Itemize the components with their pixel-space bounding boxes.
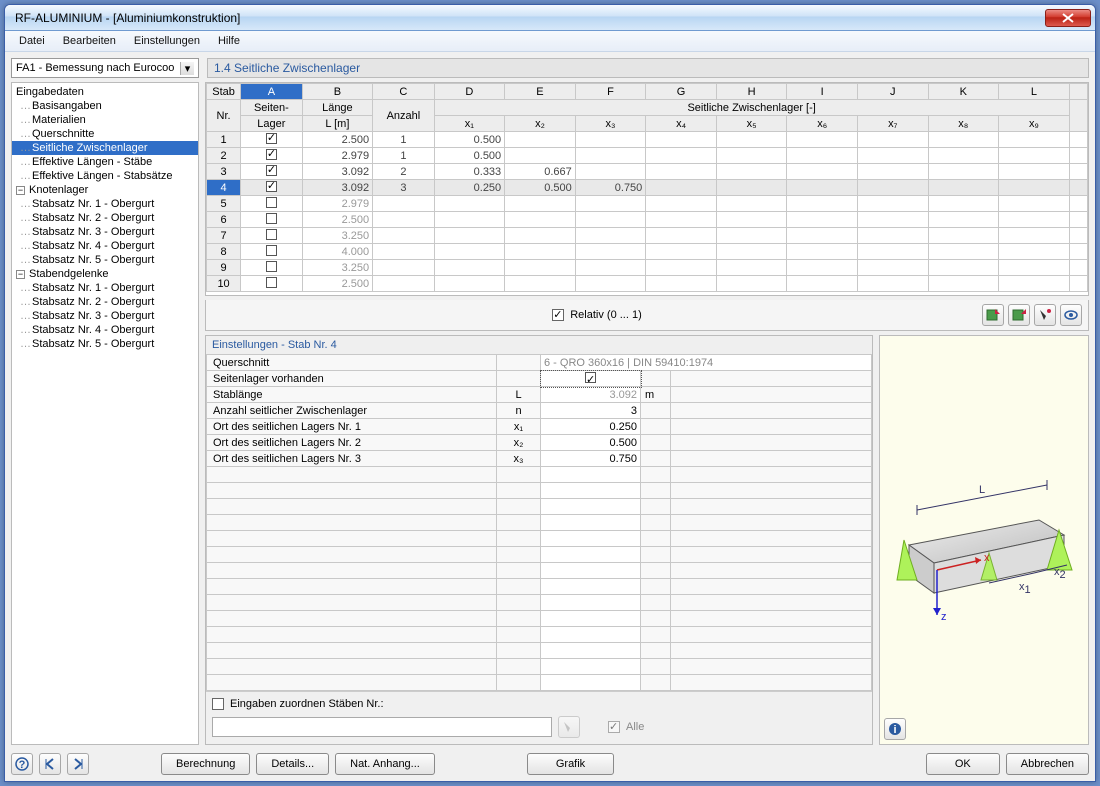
pick-icon[interactable] bbox=[1034, 304, 1056, 326]
svg-text:L: L bbox=[979, 484, 985, 496]
beam-diagram-icon: L x z x1 bbox=[889, 425, 1079, 625]
view-icon[interactable] bbox=[1060, 304, 1082, 326]
main-table[interactable]: StabABCDEFGHIJKLNr.Seiten-LängeAnzahlSei… bbox=[205, 82, 1089, 296]
assign-input[interactable] bbox=[212, 717, 552, 737]
tree-group-stabend[interactable]: −Stabendgelenke bbox=[12, 267, 198, 281]
titlebar: RF-ALUMINIUM - [Aluminiumkonstruktion] bbox=[5, 5, 1095, 31]
assign-checkbox[interactable] bbox=[212, 698, 224, 710]
topbar: FA1 - Bemessung nach Eurocoo ▾ 1.4 Seitl… bbox=[11, 58, 1089, 78]
relativ-label: Relativ (0 ... 1) bbox=[570, 309, 642, 321]
menu-einstellungen[interactable]: Einstellungen bbox=[126, 33, 208, 49]
right-column: StabABCDEFGHIJKLNr.Seiten-LängeAnzahlSei… bbox=[205, 82, 1089, 745]
main-columns: Eingabedaten Basisangaben Materialien Qu… bbox=[11, 82, 1089, 745]
tree-item[interactable]: Stabsatz Nr. 5 - Obergurt bbox=[12, 253, 198, 267]
toolbar-row: Relativ (0 ... 1) bbox=[205, 300, 1089, 331]
tree-item[interactable]: Stabsatz Nr. 1 - Obergurt bbox=[12, 197, 198, 211]
close-button[interactable] bbox=[1045, 9, 1091, 27]
menu-bearbeiten[interactable]: Bearbeiten bbox=[55, 33, 124, 49]
menu-hilfe[interactable]: Hilfe bbox=[210, 33, 248, 49]
details-button[interactable]: Details... bbox=[256, 753, 329, 775]
info-icon[interactable]: i bbox=[884, 718, 906, 740]
window-title: RF-ALUMINIUM - [Aluminiumkonstruktion] bbox=[15, 11, 1043, 25]
chevron-down-icon: ▾ bbox=[180, 62, 194, 75]
tree-item[interactable]: Stabsatz Nr. 1 - Obergurt bbox=[12, 281, 198, 295]
app-window: RF-ALUMINIUM - [Aluminiumkonstruktion] D… bbox=[4, 4, 1096, 782]
tree-item[interactable]: Stabsatz Nr. 4 - Obergurt bbox=[12, 239, 198, 253]
tree-item[interactable]: Stabsatz Nr. 2 - Obergurt bbox=[12, 211, 198, 225]
svg-text:x1: x1 bbox=[1019, 581, 1031, 596]
assign-label: Eingaben zuordnen Stäben Nr.: bbox=[230, 698, 384, 710]
tree-root[interactable]: Eingabedaten bbox=[12, 85, 198, 99]
pick-members-icon[interactable] bbox=[558, 716, 580, 738]
excel-export-icon[interactable] bbox=[982, 304, 1004, 326]
details-panel: Einstellungen - Stab Nr. 4 Querschnitt6 … bbox=[205, 335, 873, 745]
svg-text:?: ? bbox=[19, 759, 26, 771]
prev-icon[interactable] bbox=[39, 753, 61, 775]
data-grid: StabABCDEFGHIJKLNr.Seiten-LängeAnzahlSei… bbox=[206, 83, 1088, 292]
tree-item[interactable]: Stabsatz Nr. 5 - Obergurt bbox=[12, 337, 198, 351]
svg-text:x: x bbox=[984, 552, 990, 564]
excel-import-icon[interactable] bbox=[1008, 304, 1030, 326]
preview-panel: L x z x1 bbox=[879, 335, 1089, 745]
mid-row: Einstellungen - Stab Nr. 4 Querschnitt6 … bbox=[205, 335, 1089, 745]
panel-title: 1.4 Seitliche Zwischenlager bbox=[207, 58, 1089, 78]
grafik-button[interactable]: Grafik bbox=[527, 753, 614, 775]
svg-text:x2: x2 bbox=[1054, 566, 1066, 581]
svg-text:z: z bbox=[941, 611, 947, 623]
loadcase-combo[interactable]: FA1 - Bemessung nach Eurocoo ▾ bbox=[11, 58, 199, 78]
svg-text:i: i bbox=[893, 724, 896, 736]
alle-checkbox[interactable] bbox=[608, 721, 620, 733]
client-area: FA1 - Bemessung nach Eurocoo ▾ 1.4 Seitl… bbox=[5, 52, 1095, 781]
tree-item[interactable]: Effektive Längen - Stabsätze bbox=[12, 169, 198, 183]
footer: ? Berechnung Details... Nat. Anhang... G… bbox=[11, 749, 1089, 775]
tree-item[interactable]: Stabsatz Nr. 3 - Obergurt bbox=[12, 225, 198, 239]
tree-item[interactable]: Stabsatz Nr. 3 - Obergurt bbox=[12, 309, 198, 323]
tree-item[interactable]: Stabsatz Nr. 2 - Obergurt bbox=[12, 295, 198, 309]
alle-label: Alle bbox=[626, 721, 644, 733]
preview-canvas: L x z x1 bbox=[880, 336, 1088, 714]
tree-item[interactable]: Materialien bbox=[12, 113, 198, 127]
tree-item[interactable]: Basisangaben bbox=[12, 99, 198, 113]
details-grid[interactable]: Querschnitt6 - QRO 360x16 | DIN 59410:19… bbox=[206, 354, 872, 691]
help-icon[interactable]: ? bbox=[11, 753, 33, 775]
menubar: Datei Bearbeiten Einstellungen Hilfe bbox=[5, 31, 1095, 52]
menu-datei[interactable]: Datei bbox=[11, 33, 53, 49]
tree-item[interactable]: Effektive Längen - Stäbe bbox=[12, 155, 198, 169]
next-icon[interactable] bbox=[67, 753, 89, 775]
relativ-checkbox[interactable] bbox=[552, 309, 564, 321]
details-title: Einstellungen - Stab Nr. 4 bbox=[206, 336, 872, 354]
tree-item[interactable]: Stabsatz Nr. 4 - Obergurt bbox=[12, 323, 198, 337]
details-bottom: Eingaben zuordnen Stäben Nr.: Alle bbox=[206, 691, 872, 744]
tree-item[interactable]: Querschnitte bbox=[12, 127, 198, 141]
ok-button[interactable]: OK bbox=[926, 753, 1000, 775]
berechnung-button[interactable]: Berechnung bbox=[161, 753, 250, 775]
tree-item-selected[interactable]: Seitliche Zwischenlager bbox=[12, 141, 198, 155]
nat-anhang-button[interactable]: Nat. Anhang... bbox=[335, 753, 435, 775]
abbrechen-button[interactable]: Abbrechen bbox=[1006, 753, 1089, 775]
nav-tree[interactable]: Eingabedaten Basisangaben Materialien Qu… bbox=[11, 82, 199, 745]
tree-group-knoten[interactable]: −Knotenlager bbox=[12, 183, 198, 197]
